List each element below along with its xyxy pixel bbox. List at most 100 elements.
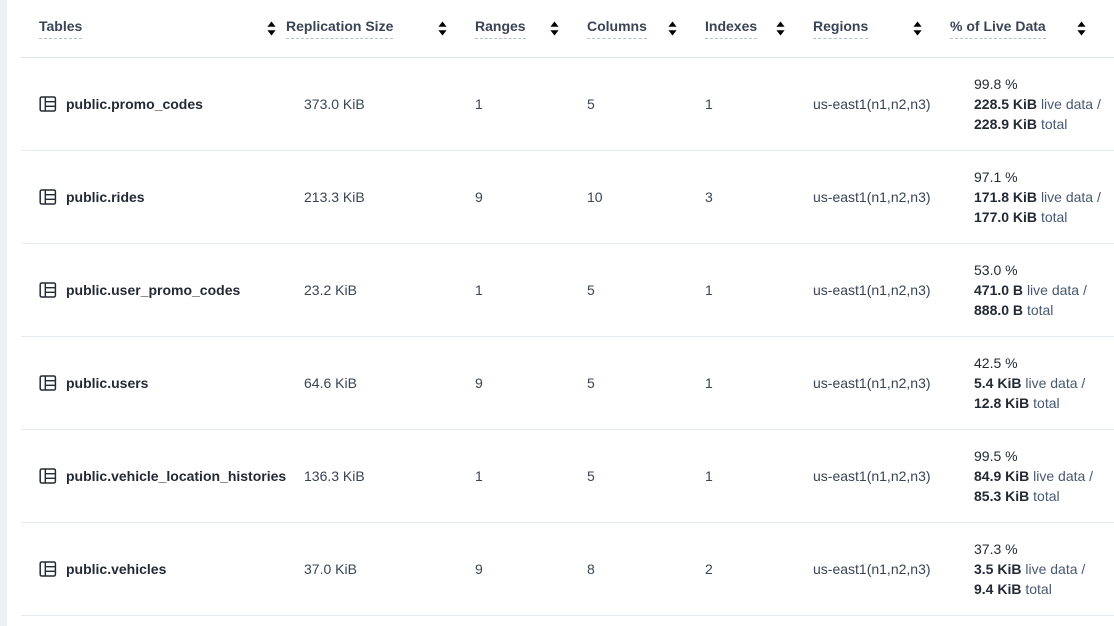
live-size-line: 5.4 KiB live data /: [974, 373, 1114, 393]
column-header-label: Tables: [39, 18, 82, 39]
regions-cell: us-east1(n1,n2,n3): [813, 560, 950, 578]
replication-size-cell: 37.0 KiB: [286, 560, 475, 578]
sort-arrows-icon[interactable]: [1077, 21, 1086, 36]
table-name-link[interactable]: public.vehicle_location_histories: [66, 467, 286, 485]
column-header-live-data[interactable]: % of Live Data: [950, 0, 1114, 57]
table-name-cell: public.user_promo_codes: [21, 281, 286, 299]
sort-arrows-icon[interactable]: [550, 21, 559, 36]
live-data-cell: 99.5 % 84.9 KiB live data / 85.3 KiB tot…: [950, 446, 1114, 506]
table-name-cell: public.promo_codes: [21, 95, 286, 113]
live-size-line: 171.8 KiB live data /: [974, 187, 1114, 207]
live-data-cell: 99.8 % 228.5 KiB live data / 228.9 KiB t…: [950, 74, 1114, 134]
table-name-link[interactable]: public.vehicles: [66, 560, 166, 578]
replication-size-cell: 373.0 KiB: [286, 95, 475, 113]
column-header-ranges[interactable]: Ranges: [475, 0, 587, 57]
columns-cell: 5: [587, 374, 705, 392]
replication-size-cell: 136.3 KiB: [286, 467, 475, 485]
live-size-line: 84.9 KiB live data /: [974, 466, 1114, 486]
sort-arrows-icon[interactable]: [913, 21, 922, 36]
column-header-tables[interactable]: Tables: [21, 0, 286, 57]
columns-cell: 5: [587, 281, 705, 299]
indexes-cell: 1: [705, 95, 813, 113]
table-row: public.user_promo_codes 23.2 KiB 1 5 1 u…: [21, 244, 1114, 337]
column-header-label: Indexes: [705, 18, 757, 39]
columns-cell: 5: [587, 95, 705, 113]
table-row: public.vehicles 37.0 KiB 9 8 2 us-east1(…: [21, 523, 1114, 616]
regions-cell: us-east1(n1,n2,n3): [813, 95, 950, 113]
table-name-link[interactable]: public.promo_codes: [66, 95, 203, 113]
table-name-cell: public.rides: [21, 188, 286, 206]
live-data-cell: 53.0 % 471.0 B live data / 888.0 B total: [950, 260, 1114, 320]
column-header-replication-size[interactable]: Replication Size: [286, 0, 475, 57]
live-percent: 37.3 %: [974, 539, 1114, 559]
table-grid-icon: [39, 95, 57, 113]
table-grid-icon: [39, 188, 57, 206]
live-percent: 53.0 %: [974, 260, 1114, 280]
table-name-link[interactable]: public.user_promo_codes: [66, 281, 240, 299]
indexes-cell: 1: [705, 467, 813, 485]
table-grid-icon: [39, 281, 57, 299]
live-data-cell: 37.3 % 3.5 KiB live data / 9.4 KiB total: [950, 539, 1114, 599]
total-size-line: 888.0 B total: [974, 300, 1114, 320]
ranges-cell: 1: [475, 467, 587, 485]
table-grid-icon: [39, 467, 57, 485]
live-percent: 97.1 %: [974, 167, 1114, 187]
table-name-cell: public.users: [21, 374, 286, 392]
sort-arrows-icon[interactable]: [776, 21, 785, 36]
live-size-line: 471.0 B live data /: [974, 280, 1114, 300]
sort-arrows-icon[interactable]: [267, 21, 276, 36]
column-header-indexes[interactable]: Indexes: [705, 0, 813, 57]
regions-cell: us-east1(n1,n2,n3): [813, 188, 950, 206]
regions-cell: us-east1(n1,n2,n3): [813, 281, 950, 299]
replication-size-cell: 64.6 KiB: [286, 374, 475, 392]
table-row: public.vehicle_location_histories 136.3 …: [21, 430, 1114, 523]
table-name-link[interactable]: public.rides: [66, 188, 145, 206]
table-name-cell: public.vehicles: [21, 560, 286, 578]
column-header-label: Replication Size: [286, 18, 393, 39]
columns-cell: 5: [587, 467, 705, 485]
column-header-columns[interactable]: Columns: [587, 0, 705, 57]
live-size-line: 228.5 KiB live data /: [974, 94, 1114, 114]
indexes-cell: 2: [705, 560, 813, 578]
total-size-line: 85.3 KiB total: [974, 486, 1114, 506]
total-size-line: 228.9 KiB total: [974, 114, 1114, 134]
columns-cell: 10: [587, 188, 705, 206]
page-left-rail: [0, 0, 7, 626]
ranges-cell: 9: [475, 374, 587, 392]
replication-size-cell: 23.2 KiB: [286, 281, 475, 299]
live-data-cell: 97.1 % 171.8 KiB live data / 177.0 KiB t…: [950, 167, 1114, 227]
live-percent: 42.5 %: [974, 353, 1114, 373]
column-header-label: Columns: [587, 18, 647, 39]
column-header-label: % of Live Data: [950, 18, 1046, 39]
table-header-row: Tables Replication Size Ranges Columns I…: [21, 0, 1114, 58]
sort-arrows-icon[interactable]: [438, 21, 447, 36]
regions-cell: us-east1(n1,n2,n3): [813, 374, 950, 392]
replication-size-cell: 213.3 KiB: [286, 188, 475, 206]
table-name-link[interactable]: public.users: [66, 374, 148, 392]
ranges-cell: 9: [475, 560, 587, 578]
indexes-cell: 1: [705, 374, 813, 392]
sort-arrows-icon[interactable]: [668, 21, 677, 36]
live-size-line: 3.5 KiB live data /: [974, 559, 1114, 579]
ranges-cell: 9: [475, 188, 587, 206]
total-size-line: 177.0 KiB total: [974, 207, 1114, 227]
column-header-label: Regions: [813, 18, 868, 39]
total-size-line: 9.4 KiB total: [974, 579, 1114, 599]
live-percent: 99.5 %: [974, 446, 1114, 466]
ranges-cell: 1: [475, 281, 587, 299]
table-grid-icon: [39, 560, 57, 578]
tables-table: Tables Replication Size Ranges Columns I…: [21, 0, 1114, 616]
live-percent: 99.8 %: [974, 74, 1114, 94]
table-row: public.rides 213.3 KiB 9 10 3 us-east1(n…: [21, 151, 1114, 244]
table-name-cell: public.vehicle_location_histories: [21, 467, 286, 485]
indexes-cell: 3: [705, 188, 813, 206]
table-grid-icon: [39, 374, 57, 392]
total-size-line: 12.8 KiB total: [974, 393, 1114, 413]
live-data-cell: 42.5 % 5.4 KiB live data / 12.8 KiB tota…: [950, 353, 1114, 413]
ranges-cell: 1: [475, 95, 587, 113]
regions-cell: us-east1(n1,n2,n3): [813, 467, 950, 485]
column-header-regions[interactable]: Regions: [813, 0, 950, 57]
column-header-label: Ranges: [475, 18, 526, 39]
columns-cell: 8: [587, 560, 705, 578]
indexes-cell: 1: [705, 281, 813, 299]
